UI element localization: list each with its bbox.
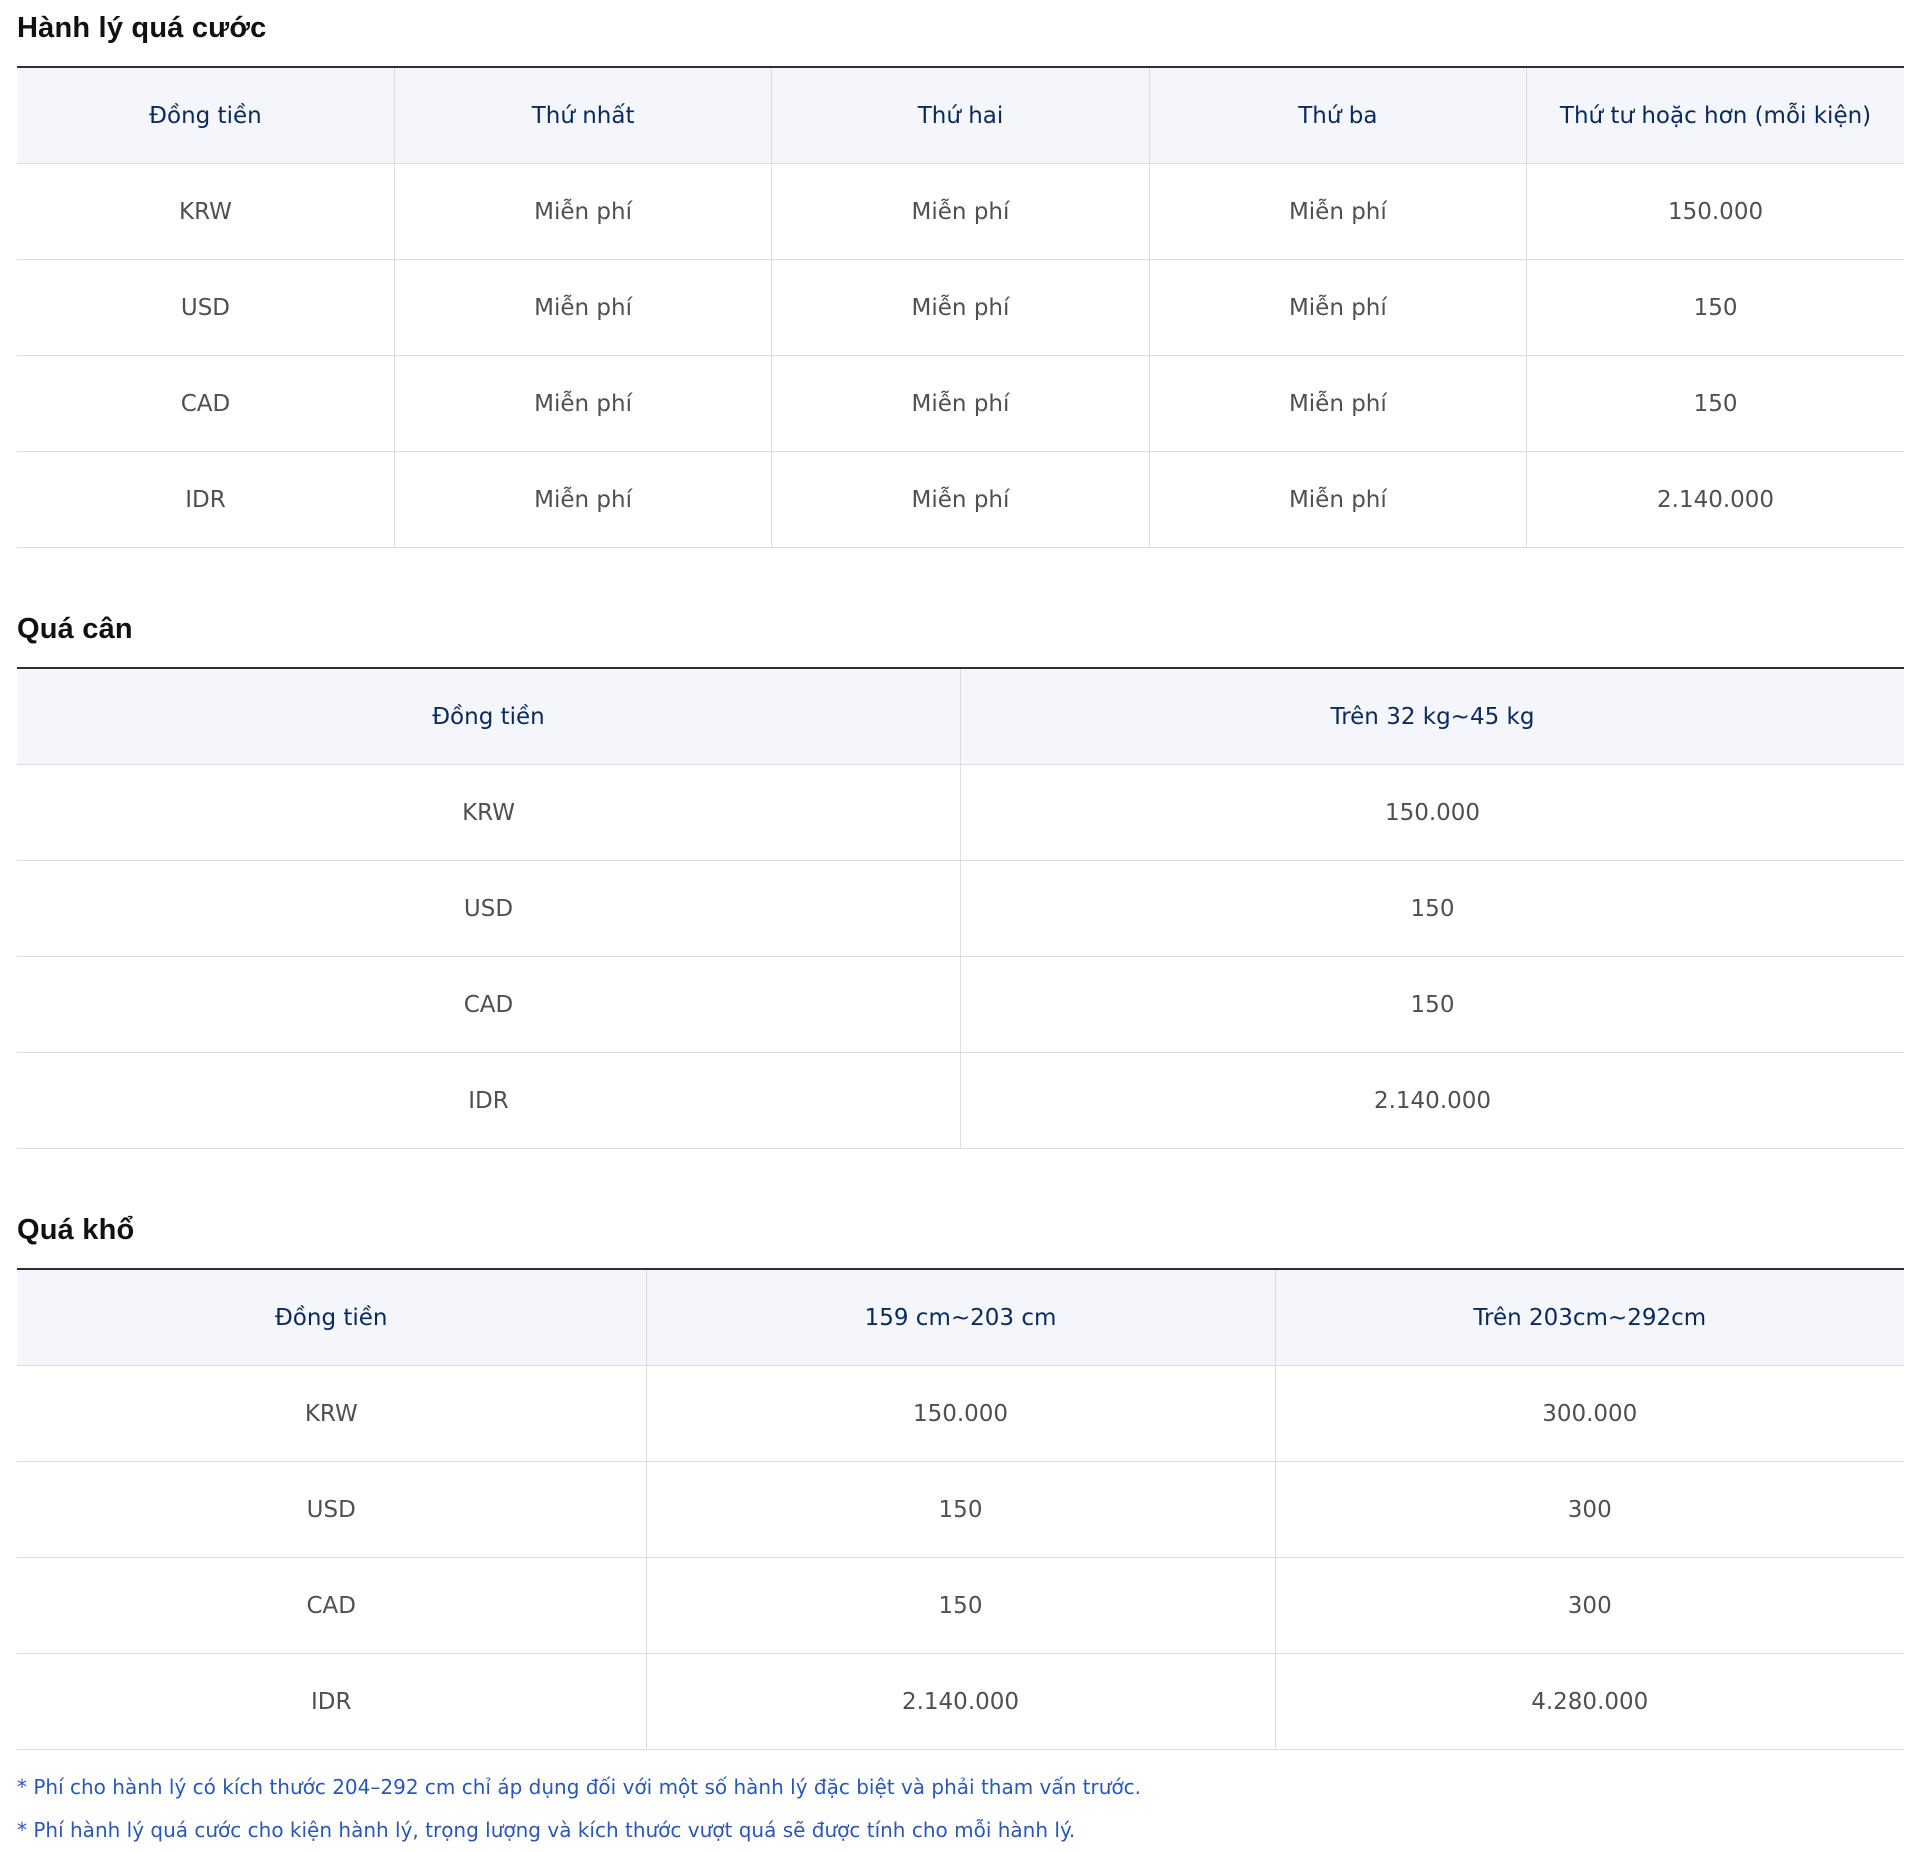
currency-cell: CAD [17, 355, 395, 452]
fee-cell: Miễn phí [1148, 355, 1527, 452]
overweight-title: Quá cân [17, 613, 133, 645]
footnote: * Phí cho hành lý có kích thước 204–292 … [17, 1775, 1142, 1799]
fee-cell: Miễn phí [393, 259, 772, 356]
fee-cell: 4.280.000 [1274, 1653, 1904, 1750]
currency-cell: KRW [17, 1365, 646, 1462]
excess-baggage-table: Đồng tiền Thứ nhất Thứ hai Thứ ba Thứ tư… [17, 66, 1904, 548]
overweight-table: Đồng tiền Trên 32 kg~45 kg KRW 150.000 U… [17, 667, 1904, 1149]
table-row: CAD 150 [17, 956, 1904, 1053]
fee-cell: 150 [960, 956, 1904, 1053]
table-row: KRW 150.000 300.000 [17, 1365, 1904, 1462]
footnote: * Phí hành lý quá cước cho kiện hành lý,… [17, 1818, 1076, 1842]
fee-cell: 300 [1274, 1461, 1904, 1558]
currency-cell: USD [17, 1461, 646, 1558]
fee-cell: 2.140.000 [645, 1653, 1275, 1750]
fee-cell: 150.000 [645, 1365, 1275, 1462]
header-cell: Đồng tiền [17, 1269, 646, 1366]
table-row: KRW 150.000 [17, 764, 1904, 861]
footnotes: * Phí cho hành lý có kích thước 204–292 … [17, 1766, 1904, 1852]
fee-cell: Miễn phí [393, 355, 772, 452]
table-row: USD 150 300 [17, 1461, 1904, 1558]
fee-cell: Miễn phí [771, 259, 1150, 356]
header-cell: Thứ tư hoặc hơn (mỗi kiện) [1526, 67, 1904, 164]
fee-cell: Miễn phí [771, 355, 1150, 452]
currency-cell: KRW [17, 764, 961, 861]
fee-cell: 150 [960, 860, 1904, 957]
table-header-row: Đồng tiền 159 cm~203 cm Trên 203cm~292cm [17, 1269, 1904, 1366]
fee-cell: 150 [1526, 259, 1904, 356]
currency-cell: USD [17, 860, 961, 957]
header-cell: Thứ ba [1148, 67, 1527, 164]
oversize-table: Đồng tiền 159 cm~203 cm Trên 203cm~292cm… [17, 1268, 1904, 1750]
header-cell: Đồng tiền [17, 67, 395, 164]
currency-cell: IDR [17, 1653, 646, 1750]
fee-cell: Miễn phí [1148, 163, 1527, 260]
fee-cell: 150.000 [1526, 163, 1904, 260]
header-cell: Trên 203cm~292cm [1274, 1269, 1904, 1366]
fee-cell: 150 [645, 1557, 1275, 1654]
currency-cell: CAD [17, 1557, 646, 1654]
fee-cell: Miễn phí [393, 451, 772, 548]
baggage-fee-content: Hành lý quá cước Đồng tiền Thứ nhất Thứ … [17, 0, 1904, 1852]
fee-cell: Miễn phí [771, 163, 1150, 260]
fee-cell: Miễn phí [1148, 259, 1527, 356]
header-cell: 159 cm~203 cm [645, 1269, 1275, 1366]
fee-cell: 150.000 [960, 764, 1904, 861]
fee-cell: 300 [1274, 1557, 1904, 1654]
table-header-row: Đồng tiền Trên 32 kg~45 kg [17, 668, 1904, 765]
fee-cell: Miễn phí [393, 163, 772, 260]
table-row: IDR 2.140.000 4.280.000 [17, 1653, 1904, 1750]
currency-cell: CAD [17, 956, 961, 1053]
fee-cell: 150 [1526, 355, 1904, 452]
table-row: IDR Miễn phí Miễn phí Miễn phí 2.140.000 [17, 451, 1904, 548]
table-row: CAD Miễn phí Miễn phí Miễn phí 150 [17, 355, 1904, 452]
table-row: CAD 150 300 [17, 1557, 1904, 1654]
table-header-row: Đồng tiền Thứ nhất Thứ hai Thứ ba Thứ tư… [17, 67, 1904, 164]
table-row: USD Miễn phí Miễn phí Miễn phí 150 [17, 259, 1904, 356]
oversize-title: Quá khổ [17, 1214, 135, 1246]
table-row: KRW Miễn phí Miễn phí Miễn phí 150.000 [17, 163, 1904, 260]
table-row: USD 150 [17, 860, 1904, 957]
table-row: IDR 2.140.000 [17, 1052, 1904, 1149]
fee-cell: 2.140.000 [1526, 451, 1904, 548]
fee-cell: 150 [645, 1461, 1275, 1558]
fee-cell: Miễn phí [1148, 451, 1527, 548]
currency-cell: USD [17, 259, 395, 356]
fee-cell: 300.000 [1274, 1365, 1904, 1462]
fee-cell: 2.140.000 [960, 1052, 1904, 1149]
fee-cell: Miễn phí [771, 451, 1150, 548]
currency-cell: IDR [17, 1052, 961, 1149]
header-cell: Thứ nhất [393, 67, 772, 164]
currency-cell: IDR [17, 451, 395, 548]
excess-baggage-title: Hành lý quá cước [17, 12, 267, 44]
header-cell: Đồng tiền [17, 668, 961, 765]
header-cell: Trên 32 kg~45 kg [960, 668, 1904, 765]
header-cell: Thứ hai [771, 67, 1150, 164]
currency-cell: KRW [17, 163, 395, 260]
